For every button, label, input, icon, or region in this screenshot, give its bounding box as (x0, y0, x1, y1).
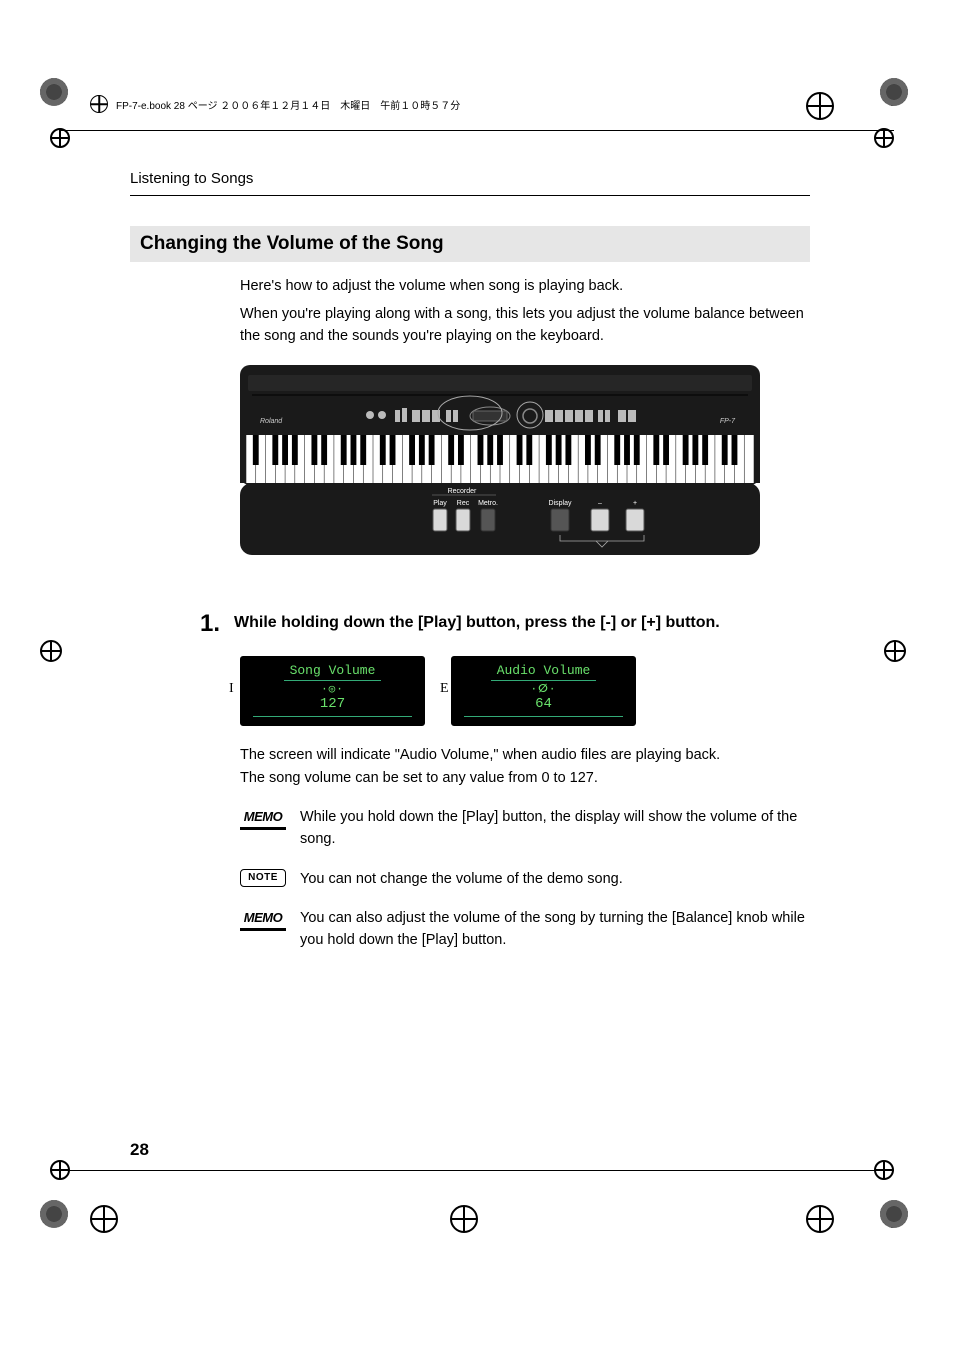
brand-text: Roland (260, 418, 283, 425)
callout2-display: Display (549, 500, 572, 507)
reg-mark-midl (40, 640, 62, 662)
lcd-val-right: 64 (535, 696, 552, 712)
note-text-2: You can not change the volume of the dem… (300, 869, 810, 891)
section-heading: Changing the Volume of the Song (130, 226, 810, 262)
reg-mark-brl (806, 1205, 834, 1233)
after-lcd-1: The screen will indicate "Audio Volume,"… (240, 744, 810, 766)
callout2-metro: Metro. (478, 500, 498, 507)
header-stamp: FP-7-e.book 28 ページ ２００６年１２月１４日 木曜日 午前１０時… (90, 95, 864, 113)
after-lcd-2: The song volume can be set to any value … (240, 767, 810, 789)
reg-mark-blr (90, 1205, 118, 1233)
step-number: 1. (130, 610, 220, 638)
callout2-play: Play (433, 500, 447, 507)
lcd-val-left: 127 (320, 696, 345, 712)
step-1: 1. While holding down the [Play] button,… (130, 610, 810, 638)
intro-text: Here's how to adjust the volume when son… (240, 276, 810, 347)
step-text: While holding down the [Play] button, pr… (234, 610, 810, 632)
lcd-song-volume: I Song Volume ·◎· 127 (240, 656, 425, 726)
reg-mark-ml (50, 128, 70, 148)
running-head: Listening to Songs (130, 170, 810, 196)
reg-mark-bc (450, 1205, 478, 1233)
crop-line-top (60, 130, 894, 131)
lcd-title-right: Audio Volume (491, 663, 597, 681)
callout2-rec: Rec (457, 500, 470, 507)
note-badge-icon: NOTE (240, 869, 286, 887)
memo-badge-icon-2: MEMO (240, 908, 286, 931)
note-row-3: MEMO You can also adjust the volume of t… (240, 908, 810, 952)
note-row-2: NOTE You can not change the volume of th… (240, 869, 810, 891)
intro-line2: When you're playing along with a song, t… (240, 304, 810, 348)
reg-mark-filled-tl (40, 78, 68, 106)
after-lcd-text: The screen will indicate "Audio Volume,"… (240, 744, 810, 789)
keyboard-figure: Roland FP-7 (240, 365, 760, 580)
crop-line-bottom (60, 1170, 894, 1171)
lcd-knob-left: ·◎· (321, 684, 344, 696)
note-text-1: While you hold down the [Play] button, t… (300, 807, 810, 851)
reg-icon (90, 95, 108, 113)
memo-badge-icon: MEMO (240, 807, 286, 830)
reg-mark-filled-br (880, 1200, 908, 1228)
lcd-screens: I Song Volume ·◎· 127 E Audio Volume ·ⵁ·… (240, 656, 810, 726)
reg-mark-midr (884, 640, 906, 662)
reg-mark-filled-bl (40, 1200, 68, 1228)
callout2-minus: – (598, 500, 602, 507)
lcd-side-i: I (229, 681, 234, 697)
lcd-side-e: E (440, 681, 449, 697)
callout2-plus: + (633, 500, 637, 507)
callout-group-label2: Recorder (448, 488, 477, 495)
model-text: FP-7 (720, 418, 736, 425)
lcd-audio-volume: E Audio Volume ·ⵁ· 64 (451, 656, 636, 726)
page-number: 28 (130, 1140, 149, 1160)
lcd-knob-right: ·ⵁ· (531, 684, 557, 696)
reg-mark-filled-tr (880, 78, 908, 106)
note-text-3: You can also adjust the volume of the so… (300, 908, 810, 952)
reg-mark-mr (874, 128, 894, 148)
note-row-1: MEMO While you hold down the [Play] butt… (240, 807, 810, 851)
intro-line1: Here's how to adjust the volume when son… (240, 276, 810, 298)
lcd-title-left: Song Volume (284, 663, 382, 681)
book-stamp-text: FP-7-e.book 28 ページ ２００６年１２月１４日 木曜日 午前１０時… (116, 97, 460, 112)
